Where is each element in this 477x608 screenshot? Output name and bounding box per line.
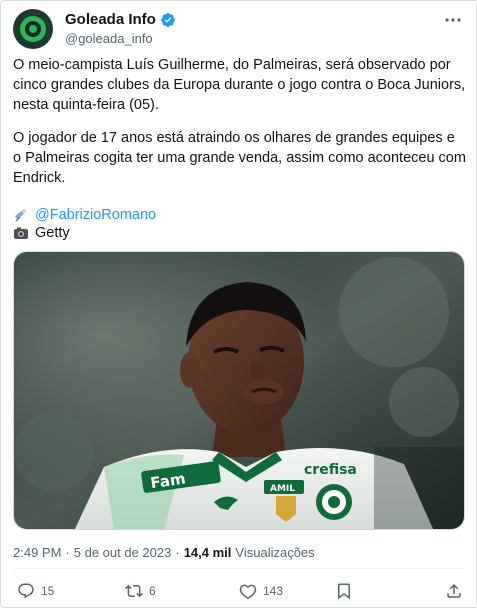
goleada-logo-icon [20,16,46,42]
satellite-antenna-icon [15,209,26,222]
bookmark-button[interactable] [335,580,353,602]
action-bar: 15 6 143 [13,580,464,606]
tweet-paragraph-2: O jogador de 17 anos está atraindo os ol… [13,130,466,186]
divider [13,568,464,569]
views-label: Visualizações [235,545,315,560]
more-options-icon[interactable] [442,11,464,29]
reply-count: 15 [41,584,55,598]
heart-icon [239,584,257,599]
jersey-sponsor: crefisa [304,462,357,478]
like-count: 143 [263,584,284,598]
avatar[interactable] [13,9,53,49]
retweet-icon [125,584,143,598]
tweet-date[interactable]: 5 de out de 2023 [74,544,172,562]
verified-badge-icon [161,13,175,27]
display-name-row: Goleada Info [65,11,176,29]
meta-separator-2: · [175,545,180,560]
player-photo: Fam crefisa AMIL [14,252,464,529]
photo-credit: Getty [13,223,70,243]
retweet-button[interactable]: 6 [125,580,156,602]
camera-flash-icon [14,226,28,239]
source-mention-link[interactable]: @FabrizioRomano [35,205,156,225]
photo-credit-text: Getty [35,225,70,241]
share-icon [447,583,461,598]
retweet-count: 6 [149,584,156,598]
tweet-paragraph-1: O meio-campista Luís Guilherme, do Palme… [13,57,466,113]
share-button[interactable] [445,580,463,602]
like-button[interactable]: 143 [239,580,283,602]
display-name[interactable]: Goleada Info [65,11,156,29]
source-credit: @FabrizioRomano [13,205,156,225]
tweet-meta: 2:49 PM · 5 de out de 2023 · 14,4 mil Vi… [13,544,315,562]
jersey-patch: AMIL [270,484,295,494]
tweet-photo[interactable]: Fam crefisa AMIL [13,251,465,530]
tweet-card: Goleada Info @goleada_info O meio-campis… [0,0,477,608]
reply-icon [18,583,34,599]
reply-button[interactable]: 15 [17,580,54,602]
tweet-time[interactable]: 2:49 PM [13,544,61,562]
tweet-header: Goleada Info @goleada_info [13,9,464,49]
author-handle[interactable]: @goleada_info [65,30,176,48]
bookmark-icon [338,583,350,600]
views-count: 14,4 mil [183,545,232,560]
author-names: Goleada Info @goleada_info [65,11,176,48]
meta-separator: · [65,545,70,560]
